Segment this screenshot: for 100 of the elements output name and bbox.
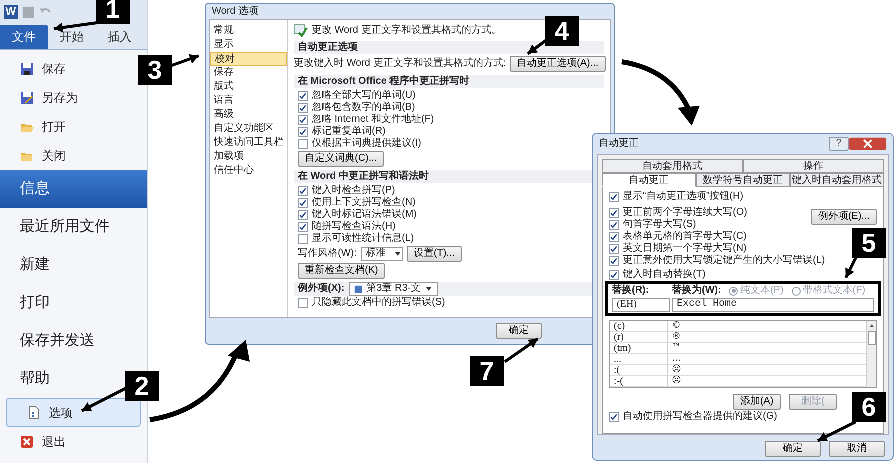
checkbox[interactable] — [609, 412, 619, 422]
menu-item[interactable]: 选项 — [6, 398, 141, 427]
nav-item[interactable]: 自定义功能区 — [210, 122, 287, 136]
help-button[interactable]: ? — [829, 137, 849, 151]
checkbox[interactable] — [609, 208, 619, 218]
checkbox[interactable] — [298, 115, 308, 125]
option-label: 忽略包含数字的单词(B) — [312, 102, 416, 114]
checkbox[interactable] — [298, 91, 308, 101]
table-cell: :( — [610, 365, 668, 375]
pointer-arrow — [844, 257, 858, 279]
menu-item[interactable]: 退出 — [0, 427, 86, 456]
option-label: 只隐藏此文档中的拼写错误(S) — [312, 297, 446, 309]
app-logo: W — [4, 5, 18, 19]
option-label: 键入时自动替换(T) — [623, 269, 706, 281]
checkbox[interactable] — [298, 186, 308, 196]
custom-dictionary-button[interactable]: 自定义词典(C)... — [298, 151, 384, 167]
checkbox[interactable] — [609, 270, 619, 280]
menu-item[interactable]: 信息 — [0, 170, 147, 208]
checkbox[interactable] — [298, 210, 308, 220]
nav-item[interactable]: 显示 — [210, 38, 287, 52]
dialog-tab[interactable]: 操作 — [743, 159, 884, 173]
checkbox[interactable] — [298, 198, 308, 208]
add-button[interactable]: 添加(A) — [733, 394, 781, 410]
pointer-arrow — [527, 38, 548, 56]
close-icon — [20, 434, 34, 448]
table-cell: :-( — [610, 376, 668, 386]
section-header: 在 Microsoft Office 程序中更正拼写时 — [294, 75, 604, 88]
option-label: 忽略 Internet 和文件地址(F) — [312, 114, 434, 126]
menu-item[interactable]: 帮助 — [0, 360, 70, 398]
scrollbar[interactable] — [866, 321, 876, 387]
dialog-tab[interactable]: 键入时自动套用格式 — [790, 173, 884, 187]
menu-item[interactable]: 另存为 — [0, 83, 98, 112]
checkbox[interactable] — [609, 244, 619, 254]
option-label: 句首字母大写(S) — [623, 219, 696, 230]
nav-item[interactable]: 快速访问工具栏 — [210, 136, 287, 150]
menu-item[interactable]: 保存 — [0, 54, 86, 83]
ribbon-tab[interactable]: 文件 — [0, 25, 48, 49]
radio-label: 纯文本(P) — [740, 285, 784, 297]
menu-item[interactable]: 最近所用文件 — [0, 208, 130, 246]
ribbon-tab[interactable]: 开始 — [48, 25, 96, 49]
replace-with-field[interactable]: Excel Home — [672, 298, 874, 312]
checkbox[interactable] — [298, 234, 308, 244]
replace-field[interactable]: (EH) — [612, 298, 670, 312]
pointer-arrow — [817, 420, 857, 442]
menu-item[interactable]: 打印 — [0, 284, 70, 322]
settings-button[interactable]: 设置(T)... — [406, 246, 462, 262]
nav-item[interactable]: 常规 — [210, 24, 287, 38]
step-number: 5 — [852, 228, 886, 258]
ok-button[interactable]: 确定 — [496, 323, 542, 339]
nav-item[interactable]: 加载项 — [210, 150, 287, 164]
option-label: 英文日期第一个字母大写(N) — [623, 243, 747, 254]
nav-item[interactable]: 高级 — [210, 108, 287, 122]
exceptions-button[interactable]: 例外项(E)... — [811, 209, 877, 225]
close-icon[interactable] — [849, 137, 887, 151]
ok-button[interactable]: 确定 — [765, 441, 821, 457]
nav-item[interactable]: 保存 — [210, 66, 287, 80]
checkbox[interactable] — [609, 256, 619, 266]
nav-item[interactable]: 版式 — [210, 80, 287, 94]
autocorrect-options-button[interactable]: 自动更正选项(A)... — [510, 56, 606, 72]
checkbox[interactable] — [609, 220, 619, 230]
option-label: 仅根据主词典提供建议(I) — [312, 138, 422, 150]
step-number: 6 — [852, 392, 886, 422]
nav-item[interactable]: 语言 — [210, 94, 287, 108]
nav-item[interactable]: 校对 — [210, 52, 287, 66]
option-label: 键入时检查拼写(P) — [312, 185, 396, 196]
checkbox[interactable] — [609, 232, 619, 242]
option-label: 更改键入时 Word 更正文字和设置其格式的方式: — [294, 58, 506, 70]
nav-item[interactable]: 信任中心 — [210, 164, 287, 178]
radio-button[interactable] — [792, 286, 801, 296]
ribbon-tab[interactable]: 插入 — [96, 25, 144, 49]
table-cell: (r) — [610, 332, 668, 342]
checkbox[interactable] — [298, 103, 308, 113]
menu-item[interactable]: 打开 — [0, 112, 86, 141]
recheck-button[interactable]: 重新检查文档(K) — [298, 263, 386, 279]
document-dropdown[interactable]: 第3章 R3-文 — [348, 282, 438, 296]
style-dropdown[interactable]: 标准 — [360, 247, 403, 261]
menu-item[interactable]: 新建 — [0, 246, 70, 284]
table-cell: (tm) — [610, 343, 668, 353]
option-label: 键入时标记语法错误(M) — [312, 209, 417, 220]
menu-item[interactable]: 保存并发送 — [0, 322, 115, 360]
option-label: 随拼写检查语法(H) — [312, 221, 396, 232]
option-label: 自动使用拼写检查器提供的建议(G) — [623, 411, 778, 423]
checkbox[interactable] — [298, 127, 308, 137]
dialog-tab[interactable]: 自动套用格式 — [602, 159, 743, 173]
radio-button[interactable] — [729, 286, 738, 296]
option-label: 写作风格(W): — [298, 248, 357, 260]
cancel-button[interactable]: 取消 — [829, 441, 885, 457]
scrollbar-thumb[interactable] — [868, 331, 876, 345]
option-label: 更正前两个字母连续大写(O) — [623, 207, 748, 218]
menu-item[interactable]: 关闭 — [0, 141, 86, 170]
checkbox[interactable] — [609, 192, 619, 202]
dialog-tab[interactable]: 数学符号自动更正 — [696, 173, 790, 187]
dialog-tab[interactable]: 自动更正 — [602, 173, 696, 187]
table-cell-text: ☹ — [671, 376, 682, 386]
option-label: 例外项(X): — [298, 283, 345, 295]
checkbox[interactable] — [298, 139, 308, 149]
step-number: 1 — [96, 0, 130, 24]
option-label: 使用上下文拼写检查(N) — [312, 197, 416, 208]
checkbox[interactable] — [298, 298, 308, 308]
checkbox[interactable] — [298, 222, 308, 232]
